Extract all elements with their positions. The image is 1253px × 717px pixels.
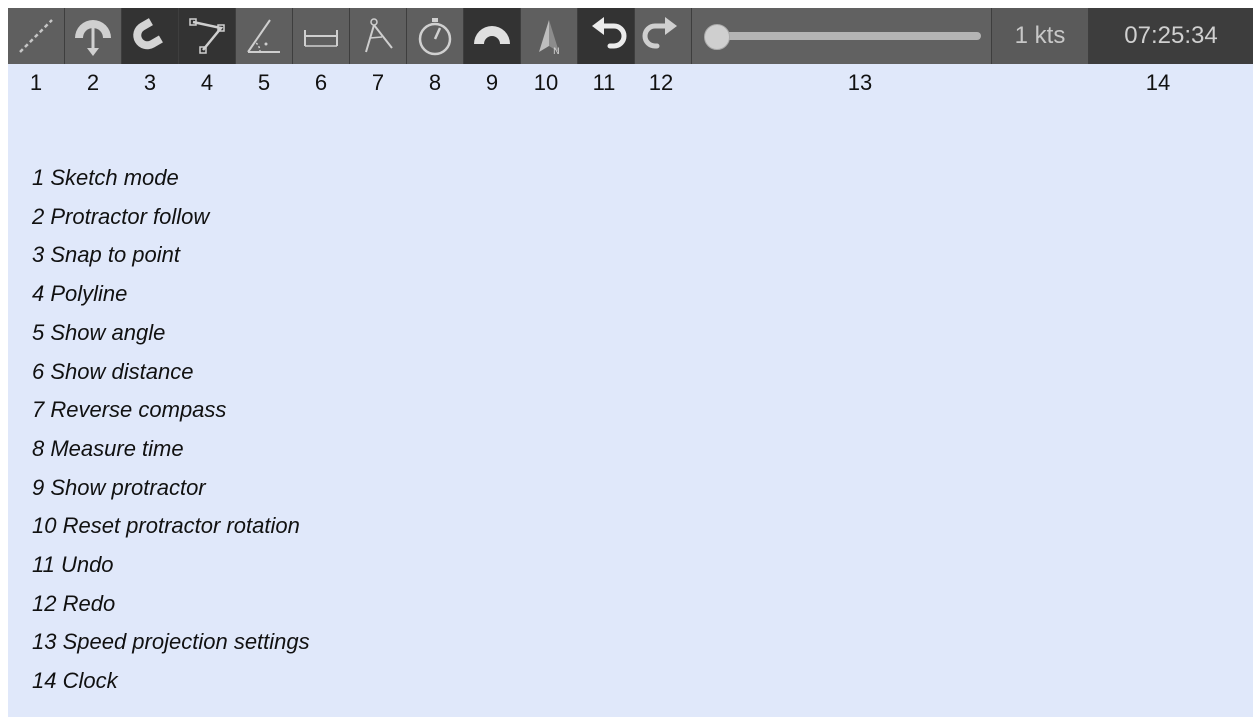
tool-number: 3 (143, 70, 157, 95)
protractor-icon (474, 26, 510, 44)
show-protractor-button[interactable] (464, 8, 521, 64)
dashed-line-icon (19, 19, 53, 53)
legend-item: 6 Show distance (32, 358, 194, 384)
measure-time-button[interactable] (407, 8, 464, 64)
legend-item: 11 Undo (32, 552, 114, 578)
tool-number: 5 (257, 70, 271, 95)
legend-list: 1 Sketch mode 2 Protractor follow 3 Snap… (32, 159, 310, 701)
tool-number: 1 (29, 70, 43, 95)
redo-button[interactable] (635, 8, 692, 64)
stopwatch-icon (418, 18, 452, 56)
north-arrow-icon: N (539, 20, 560, 57)
tool-number: 11 (592, 70, 616, 95)
tool-number: 12 (648, 70, 674, 95)
show-angle-button[interactable] (236, 8, 293, 64)
polyline-button[interactable] (179, 8, 236, 64)
tool-number: 9 (485, 70, 499, 95)
slider-number: 13 (847, 70, 873, 95)
legend-item: 5 Show angle (32, 319, 166, 345)
legend-item: 9 Show protractor (32, 474, 206, 500)
legend-item: 8 Measure time (32, 435, 184, 461)
legend-item: 1 Sketch mode (32, 165, 179, 190)
tool-number: 10 (533, 70, 559, 95)
slider-track[interactable] (708, 32, 981, 40)
legend-item: 4 Polyline (32, 281, 128, 307)
protractor-follow-button[interactable] (65, 8, 122, 64)
compass-icon (365, 18, 393, 53)
legend-item: 13 Speed projection settings (32, 629, 310, 655)
clock-number: 14 (1145, 70, 1171, 95)
tool-number: 6 (314, 70, 328, 95)
redo-icon (642, 17, 677, 49)
toolbar: N 1 kts 07:25:34 (8, 8, 1253, 64)
speed-projection-slider[interactable] (692, 8, 992, 64)
protractor-follow-icon (75, 20, 111, 56)
distance-icon (304, 30, 338, 47)
legend-item: 14 Clock (32, 668, 118, 694)
slider-knob[interactable] (704, 24, 730, 50)
reverse-compass-button[interactable] (350, 8, 407, 64)
legend-item: 3 Snap to point (32, 242, 181, 268)
tool-number: 4 (200, 70, 214, 95)
clock: 07:25:34 (1089, 8, 1253, 64)
legend-item: 7 Reverse compass (32, 397, 227, 423)
svg-text:N: N (553, 47, 560, 57)
legend-item: 12 Redo (32, 590, 116, 616)
canvas: N 1 kts 07:25:34 1 2 3 4 5 6 7 8 9 10 11… (8, 8, 1253, 717)
polyline-icon (189, 18, 225, 54)
legend-item: 2 Protractor follow (32, 203, 210, 229)
reset-protractor-rotation-button[interactable]: N (521, 8, 578, 64)
sketch-mode-button[interactable] (8, 8, 65, 64)
legend-item: 10 Reset protractor rotation (32, 513, 300, 539)
undo-button[interactable] (578, 8, 635, 64)
tool-number: 8 (428, 70, 442, 95)
angle-icon (247, 19, 280, 53)
tool-number: 7 (371, 70, 385, 95)
snap-to-point-button[interactable] (122, 8, 179, 64)
tool-number-row: 1 2 3 4 5 6 7 8 9 10 11 12 13 14 (8, 66, 1253, 102)
undo-icon (592, 17, 627, 49)
tool-number: 2 (86, 70, 100, 95)
speed-value: 1 kts (992, 8, 1089, 64)
show-distance-button[interactable] (293, 8, 350, 64)
magnet-icon (133, 18, 163, 50)
